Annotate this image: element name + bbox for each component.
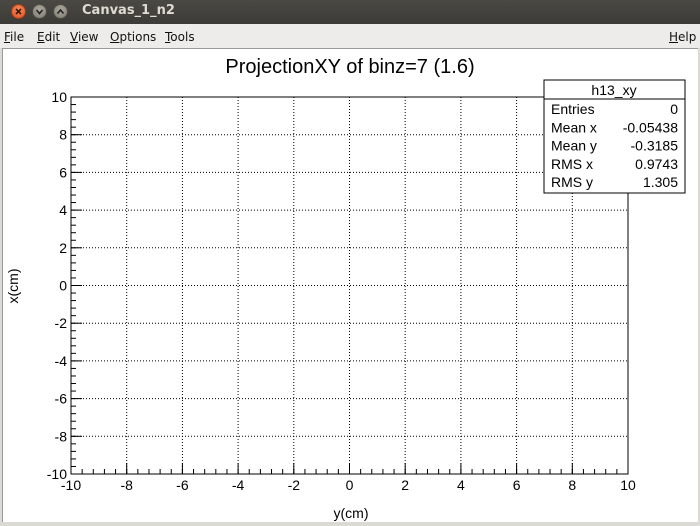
y-tick-label: -2 (55, 315, 68, 331)
y-tick-label: -8 (55, 428, 68, 444)
status-strip (0, 522, 700, 526)
stats-histogram-name: h13_xy (591, 82, 636, 98)
stats-label: RMS x (551, 156, 593, 172)
y-tick-label: 6 (59, 164, 67, 180)
y-tick-label: -6 (55, 391, 68, 407)
y-tick-label: 2 (59, 240, 67, 256)
y-tick-labels: -10 -8 -6 -4 -2 0 2 4 6 8 10 (47, 89, 67, 482)
x-tick-label: 6 (513, 477, 521, 493)
stats-label: Entries (551, 101, 595, 117)
y-tick-label: 10 (51, 89, 67, 105)
x-tick-label: -8 (120, 477, 133, 493)
y-tick-label: 0 (59, 278, 67, 294)
x-tick-label: 10 (620, 477, 636, 493)
stats-label: Mean x (551, 119, 597, 135)
y-axis-title: x(cm) (5, 269, 21, 304)
stats-value: 0 (670, 101, 678, 117)
x-tick-labels: -10 -8 -6 -4 -2 0 2 4 6 8 10 (61, 477, 636, 493)
y-tick-label: -4 (55, 353, 68, 369)
y-tick-label: 8 (59, 127, 67, 143)
stats-value: -0.05438 (623, 119, 678, 135)
x-tick-label: -2 (288, 477, 301, 493)
x-tick-label: 2 (401, 477, 409, 493)
x-tick-label: 8 (568, 477, 576, 493)
stats-label: Mean y (551, 138, 597, 154)
stats-value: 1.305 (643, 174, 678, 190)
x-tick-label: 0 (346, 477, 354, 493)
x-axis-title: y(cm) (334, 505, 369, 521)
x-tick-label: -4 (232, 477, 245, 493)
y-tick-label: 4 (59, 202, 67, 218)
x-tick-label: 4 (457, 477, 465, 493)
stats-label: RMS y (551, 174, 593, 190)
histogram-plot[interactable]: ProjectionXY of binz=7 (1.6) -10 -8 -6 -4 -2… (0, 0, 700, 526)
x-tick-label: -6 (176, 477, 189, 493)
y-tick-label: -10 (47, 466, 67, 482)
stats-value: 0.9743 (635, 156, 678, 172)
stats-box[interactable]: h13_xy Entries 0 Mean x -0.05438 Mean y -0.31… (543, 79, 686, 194)
stats-value: -0.3185 (631, 138, 679, 154)
chart-title: ProjectionXY of binz=7 (1.6) (225, 56, 474, 78)
